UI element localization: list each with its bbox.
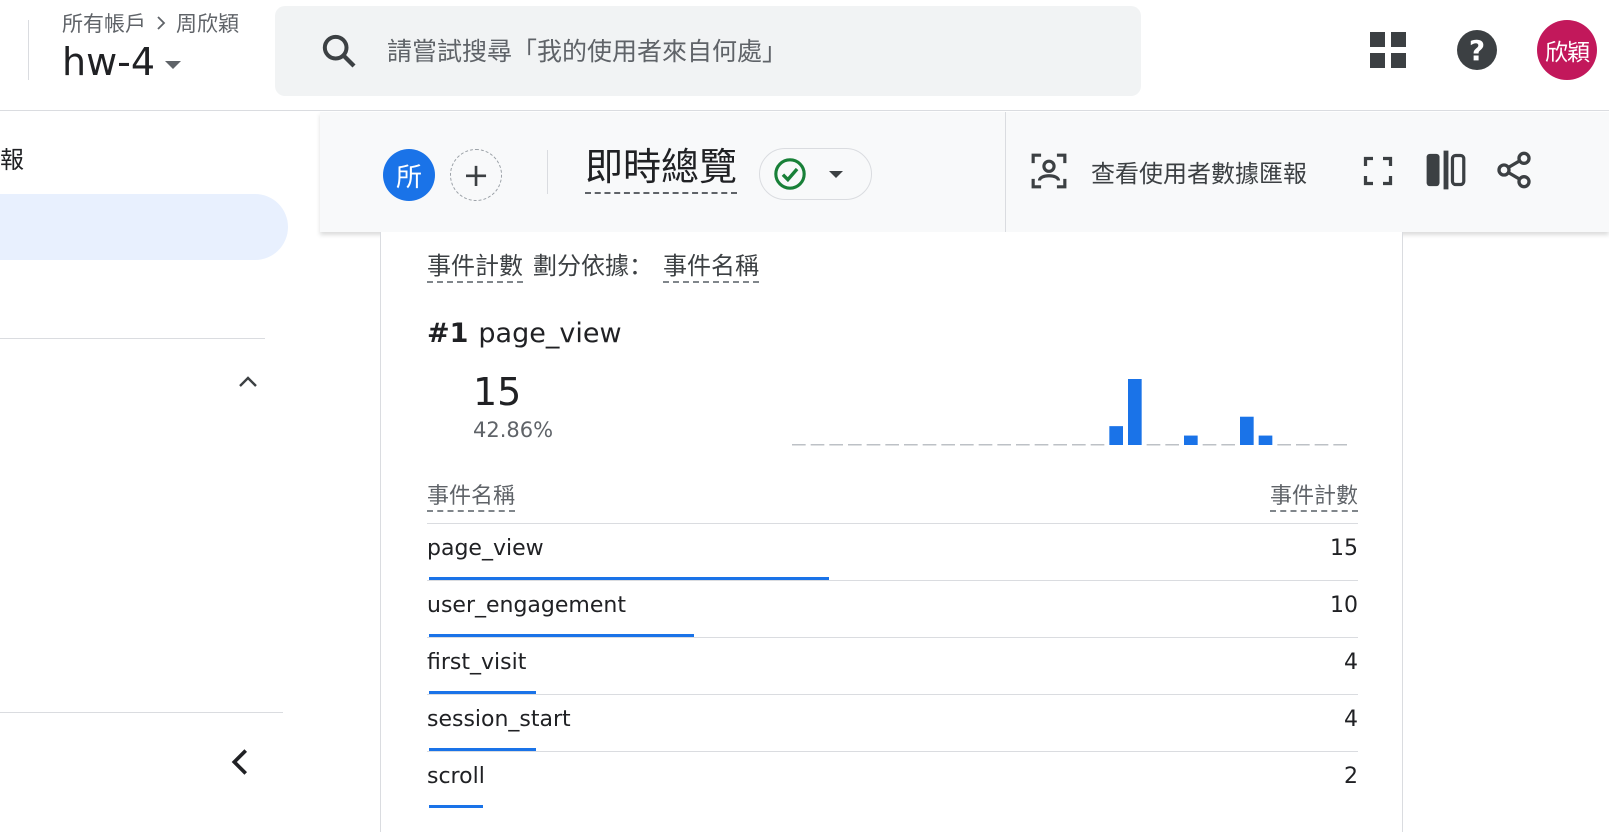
- sparkline-baseline: [885, 444, 899, 446]
- event-name: page_view: [427, 536, 544, 561]
- breadcrumb-user[interactable]: 周欣穎: [176, 8, 239, 38]
- sparkline-baseline: [960, 444, 974, 446]
- event-table: page_view 15 user_engagement 10 first_visit 4…: [427, 523, 1358, 808]
- sparkline-baseline: [866, 444, 881, 446]
- event-name: scroll: [427, 764, 485, 789]
- sparkline-bar: [1109, 426, 1123, 445]
- table-row[interactable]: page_view 15: [427, 523, 1358, 580]
- sparkline-bar: [1128, 379, 1142, 445]
- top-rank: #1: [427, 318, 469, 349]
- share-icon[interactable]: [1494, 150, 1534, 190]
- column-header-name[interactable]: 事件名稱: [427, 478, 516, 512]
- sparkline-bar: [1258, 435, 1273, 445]
- sparkline-baseline: [922, 444, 937, 446]
- top-bar: 所有帳戶 周欣穎 hw-4 ? 欣穎: [0, 0, 1609, 111]
- property-selector[interactable]: hw-4: [62, 40, 182, 84]
- event-name: session_start: [427, 707, 571, 732]
- table-row[interactable]: user_engagement 10: [427, 580, 1358, 637]
- top-item: #1 page_view: [427, 318, 622, 349]
- collapse-sidebar-icon[interactable]: [226, 746, 254, 778]
- sidebar-item-selected[interactable]: [0, 194, 288, 260]
- sparkline-baseline: [1333, 444, 1347, 446]
- segment-chip[interactable]: 所: [383, 149, 435, 201]
- search-icon: [322, 34, 356, 68]
- event-count: 10: [1330, 593, 1358, 618]
- sparkline-bar: [1184, 435, 1198, 445]
- breadcrumb[interactable]: 所有帳戶 周欣穎: [62, 8, 239, 38]
- chevron-up-icon[interactable]: [236, 370, 260, 394]
- event-count: 4: [1344, 707, 1358, 732]
- report-header: [320, 112, 1609, 232]
- sparkline-baseline: [997, 444, 1011, 446]
- sparkline-baseline: [904, 444, 918, 446]
- sparkline-baseline: [1165, 444, 1179, 446]
- sparkline-baseline: [848, 444, 862, 446]
- table-row[interactable]: first_visit 4: [427, 637, 1358, 694]
- help-icon[interactable]: ?: [1457, 30, 1497, 70]
- event-name: first_visit: [427, 650, 527, 675]
- chevron-right-icon: [157, 16, 166, 30]
- sidebar-divider: [0, 338, 265, 339]
- sparkline-baseline: [829, 444, 843, 446]
- sparkline-baseline: [978, 444, 993, 446]
- page-title: 即時總覽: [585, 142, 738, 194]
- sparkline-baseline: [792, 444, 806, 446]
- sparkline-baseline: [1072, 444, 1086, 446]
- event-count: 4: [1344, 650, 1358, 675]
- report-status-button[interactable]: [759, 148, 872, 200]
- event-name: user_engagement: [427, 593, 626, 618]
- sidebar-divider: [0, 712, 283, 713]
- breadcrumb-account[interactable]: 所有帳戶: [62, 8, 146, 38]
- table-row[interactable]: scroll 2: [427, 751, 1358, 808]
- view-user-snapshot-button[interactable]: 查看使用者數據匯報: [1091, 154, 1307, 189]
- search-bar[interactable]: [275, 6, 1141, 96]
- sparkline-baseline: [1296, 444, 1310, 446]
- sparkline-baseline: [941, 444, 955, 446]
- share-bar: [429, 805, 483, 808]
- top-item-value: 15: [473, 370, 522, 414]
- column-header-count[interactable]: 事件計數: [1269, 478, 1358, 512]
- avatar[interactable]: 欣穎: [1537, 20, 1597, 80]
- fullscreen-icon[interactable]: [1363, 156, 1393, 186]
- apps-grid-icon[interactable]: [1370, 32, 1406, 68]
- sparkline-baseline: [1090, 444, 1105, 446]
- sparkline-baseline: [1053, 444, 1067, 446]
- caret-down-icon: [165, 61, 182, 69]
- metric-label[interactable]: 事件計數: [427, 246, 523, 283]
- top-item-name: page_view: [478, 318, 622, 349]
- search-input[interactable]: [387, 36, 1087, 66]
- event-count: 2: [1344, 764, 1358, 789]
- card-title: 事件計數 劃分依據： 事件名稱: [427, 246, 759, 283]
- header-divider: [1005, 112, 1006, 232]
- event-count: 15: [1330, 536, 1358, 561]
- sparkline-bar: [1240, 416, 1254, 445]
- table-row[interactable]: session_start 4: [427, 694, 1358, 751]
- sparkline-baseline: [810, 444, 825, 446]
- check-circle-icon: [774, 158, 806, 190]
- sparkline-baseline: [1034, 444, 1049, 446]
- sidebar-item-label[interactable]: 報: [0, 140, 24, 175]
- user-snapshot-icon[interactable]: [1030, 152, 1068, 190]
- sparkline-baseline: [1314, 444, 1329, 446]
- sparkline-baseline: [1221, 444, 1235, 446]
- top-item-percent: 42.86%: [473, 418, 554, 442]
- sparkline-baseline: [1202, 444, 1217, 446]
- sparkline-baseline: [1277, 444, 1291, 446]
- header-divider: [547, 150, 548, 194]
- sparkline-baseline: [1146, 444, 1161, 446]
- dimension-prefix: 劃分依據：: [533, 252, 653, 280]
- header-divider: [28, 20, 29, 80]
- property-name: hw-4: [62, 40, 156, 84]
- add-comparison-button[interactable]: +: [450, 149, 502, 201]
- sparkline-baseline: [1016, 444, 1030, 446]
- caret-down-icon: [829, 170, 843, 178]
- compare-icon[interactable]: [1425, 150, 1467, 190]
- dimension-label[interactable]: 事件名稱: [663, 246, 759, 283]
- sparkline-chart: [792, 379, 1347, 446]
